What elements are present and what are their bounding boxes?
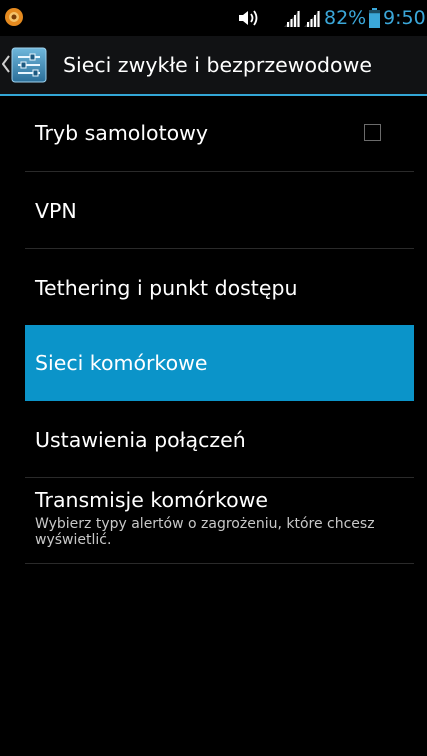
page-title: Sieci zwykłe i bezprzewodowe xyxy=(63,53,372,77)
cellular-signal-icon xyxy=(284,10,300,27)
list-item-tethering[interactable]: Tethering i punkt dostępu xyxy=(25,249,414,324)
up-navigation-button[interactable] xyxy=(0,36,60,94)
airplane-mode-checkbox[interactable] xyxy=(364,124,381,141)
list-item-label: Transmisje komórkowe xyxy=(35,488,269,512)
wireless-settings-icon xyxy=(11,47,47,83)
list-item-airplane-mode[interactable]: Tryb samolotowy xyxy=(25,96,414,171)
list-item-label: Tethering i punkt dostępu xyxy=(35,276,298,300)
list-item-label: Tryb samolotowy xyxy=(35,121,209,145)
divider xyxy=(25,563,414,564)
list-item-label: Ustawienia połączeń xyxy=(35,428,246,452)
clock: 9:50 xyxy=(383,7,426,29)
action-bar: Sieci zwykłe i bezprzewodowe xyxy=(0,36,427,94)
notification-app-icon xyxy=(5,8,23,26)
volume-icon xyxy=(239,10,258,26)
status-bar: 82% 9:50 xyxy=(0,0,427,36)
list-item-label: Sieci komórkowe xyxy=(35,351,208,375)
list-item-cell-broadcast[interactable]: Transmisje komórkowe Wybierz typy alertó… xyxy=(25,478,414,563)
list-item-vpn[interactable]: VPN xyxy=(25,172,414,248)
list-item-mobile-networks[interactable]: Sieci komórkowe xyxy=(25,325,414,401)
list-item-call-settings[interactable]: Ustawienia połączeń xyxy=(25,401,414,477)
battery-percent: 82% xyxy=(324,7,367,29)
cellular-signal-icon-2 xyxy=(304,10,320,27)
battery-icon xyxy=(369,8,380,28)
list-item-label: VPN xyxy=(35,199,77,223)
list-item-subtitle: Wybierz typy alertów o zagrożeniu, które… xyxy=(35,516,375,548)
chevron-left-icon xyxy=(2,55,10,73)
